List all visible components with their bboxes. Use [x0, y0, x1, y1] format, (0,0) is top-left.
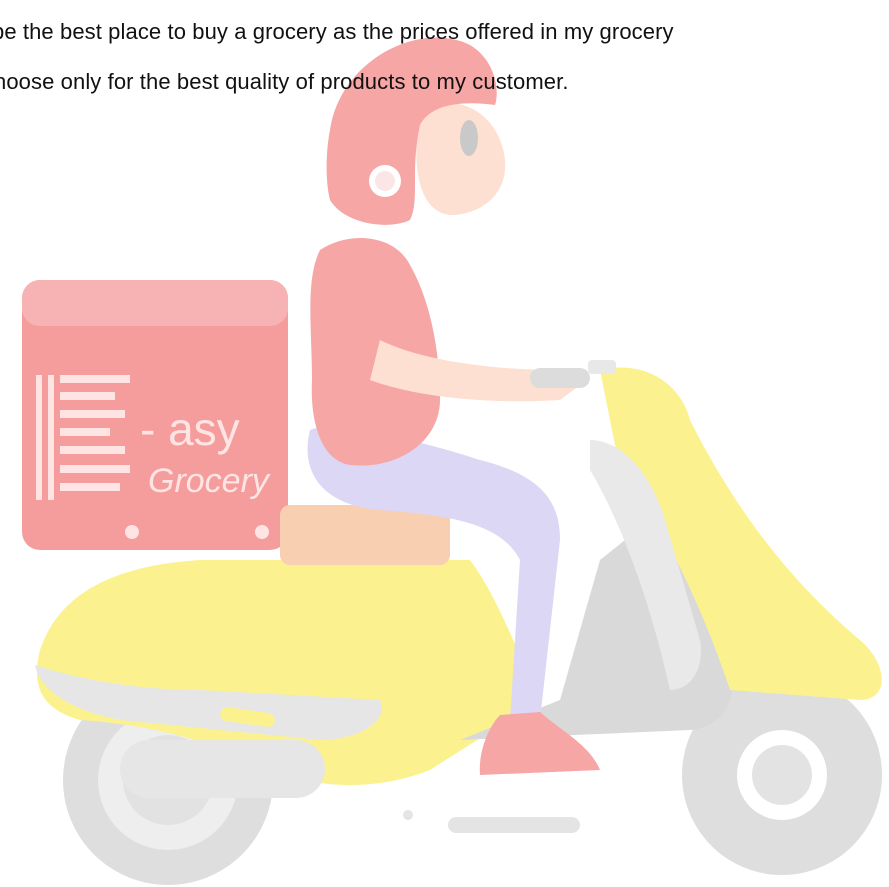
paragraph-line-1: be the best place to buy a grocery as th…: [0, 19, 674, 44]
rider-face: [416, 103, 506, 215]
rider-shirt: [310, 238, 440, 466]
delivery-box: - asy Grocery: [22, 280, 288, 550]
delivery-scooter-illustration: - asy Grocery: [22, 37, 882, 885]
exhaust-pipe: [120, 740, 325, 798]
paragraph-line-2: hoose only for the best quality of produ…: [0, 69, 569, 94]
box-logo-subtext: Grocery: [148, 462, 271, 500]
handle-grip: [530, 368, 590, 388]
kickstand: [448, 817, 580, 833]
box-logo-text: - asy: [140, 403, 240, 455]
